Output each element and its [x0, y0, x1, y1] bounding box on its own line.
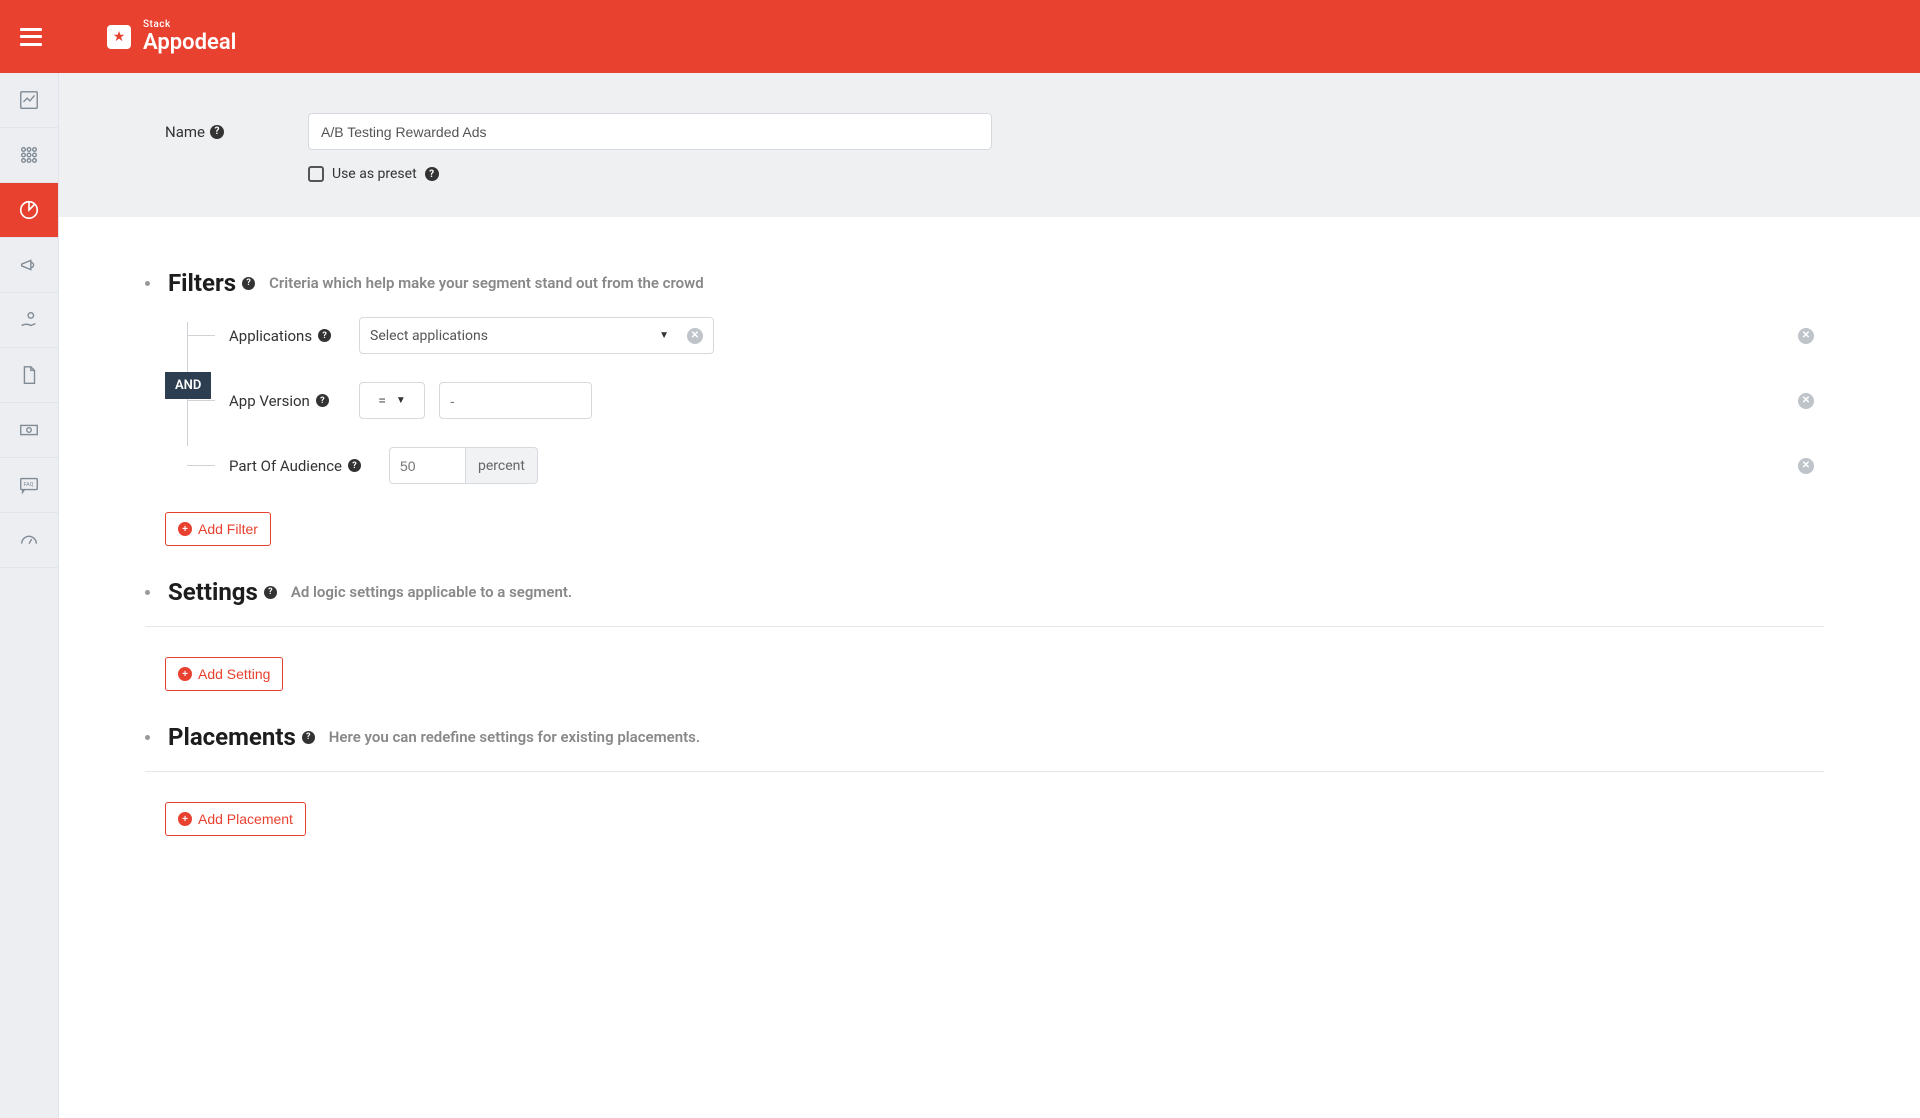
help-icon[interactable]: ?	[318, 329, 331, 342]
sidebar-item-performance[interactable]	[0, 513, 58, 568]
filter-label: Part Of Audience ?	[229, 457, 389, 475]
help-icon[interactable]: ?	[425, 167, 439, 181]
chevron-down-icon: ▼	[396, 395, 406, 406]
use-as-preset-checkbox[interactable]	[308, 166, 324, 182]
audience-percent-input[interactable]	[389, 447, 465, 484]
star-icon: ★	[107, 25, 131, 49]
chevron-down-icon: ▼	[659, 330, 669, 341]
faq-icon: FAQ	[18, 474, 40, 496]
help-icon[interactable]: ?	[242, 277, 255, 290]
remove-filter-button[interactable]: ✕	[1798, 393, 1814, 409]
bullet-icon	[145, 281, 150, 286]
sidebar-item-analytics[interactable]	[0, 73, 58, 128]
add-placement-button[interactable]: + Add Placement	[165, 802, 306, 836]
divider	[145, 626, 1824, 627]
plus-icon: +	[178, 812, 192, 826]
settings-title: Settings ?	[168, 578, 277, 606]
cash-icon	[18, 419, 40, 441]
sidebar-item-money[interactable]	[0, 403, 58, 458]
chart-icon	[18, 89, 40, 111]
filter-label: Applications ?	[229, 327, 359, 345]
placements-desc: Here you can redefine settings for exist…	[329, 728, 700, 746]
logo-small: Stack	[143, 20, 236, 30]
name-label: Name ?	[165, 123, 308, 141]
remove-filter-button[interactable]: ✕	[1798, 458, 1814, 474]
audience-unit-label: percent	[465, 447, 538, 484]
help-icon[interactable]: ?	[302, 731, 315, 744]
add-setting-button[interactable]: + Add Setting	[165, 657, 283, 691]
settings-desc: Ad logic settings applicable to a segmen…	[291, 583, 572, 601]
filter-label: App Version ?	[229, 392, 359, 410]
filter-row-applications: Applications ? Select applications ▼ ✕ ✕	[165, 317, 1804, 354]
remove-filter-button[interactable]: ✕	[1798, 328, 1814, 344]
bullet-icon	[145, 735, 150, 740]
name-input[interactable]	[308, 113, 992, 150]
filters-section: Filters ? Criteria which help make your …	[145, 269, 1824, 546]
menu-toggle-icon[interactable]	[20, 28, 42, 46]
divider	[145, 771, 1824, 772]
svg-text:FAQ: FAQ	[24, 482, 34, 488]
operator-select[interactable]: = ▼	[359, 382, 425, 419]
document-icon	[18, 364, 40, 386]
help-icon[interactable]: ?	[348, 459, 361, 472]
sidebar-item-faq[interactable]: FAQ	[0, 458, 58, 513]
placements-title: Placements ?	[168, 723, 315, 751]
use-as-preset-label: Use as preset	[332, 166, 417, 182]
pie-icon	[18, 199, 40, 221]
logo-brand: Appodeal	[143, 32, 236, 54]
filters-desc: Criteria which help make your segment st…	[269, 274, 704, 292]
tree-connector	[187, 335, 215, 336]
logo[interactable]: ★ Stack Appodeal	[107, 20, 236, 54]
clear-icon[interactable]: ✕	[687, 328, 703, 344]
placements-section: Placements ? Here you can redefine setti…	[145, 723, 1824, 836]
help-icon[interactable]: ?	[264, 586, 277, 599]
help-icon[interactable]: ?	[316, 394, 329, 407]
hand-coin-icon	[18, 309, 40, 331]
plus-icon: +	[178, 667, 192, 681]
filters-title: Filters ?	[168, 269, 255, 297]
applications-select[interactable]: Select applications ▼ ✕	[359, 317, 714, 354]
add-filter-button[interactable]: + Add Filter	[165, 512, 271, 546]
sidebar-item-segments[interactable]	[0, 183, 58, 238]
gauge-icon	[18, 529, 40, 551]
tree-connector	[187, 400, 215, 401]
sidebar-nav: FAQ	[0, 73, 59, 1118]
filter-row-audience: Part Of Audience ? percent ✕	[165, 447, 1804, 484]
app-version-input[interactable]	[439, 382, 592, 419]
sidebar-item-docs[interactable]	[0, 348, 58, 403]
grid-icon	[18, 144, 40, 166]
tree-connector	[187, 465, 215, 466]
sidebar-item-apps[interactable]	[0, 128, 58, 183]
settings-section: Settings ? Ad logic settings applicable …	[145, 578, 1824, 691]
plus-icon: +	[178, 522, 192, 536]
sidebar-item-campaigns[interactable]	[0, 238, 58, 293]
app-header: ★ Stack Appodeal	[0, 0, 1920, 73]
sidebar-item-revenue[interactable]	[0, 293, 58, 348]
help-icon[interactable]: ?	[210, 125, 224, 139]
bullet-icon	[145, 590, 150, 595]
megaphone-icon	[18, 254, 40, 276]
filter-row-app-version: App Version ? = ▼ ✕	[165, 382, 1804, 419]
name-section: Name ? Use as preset ?	[59, 73, 1920, 217]
